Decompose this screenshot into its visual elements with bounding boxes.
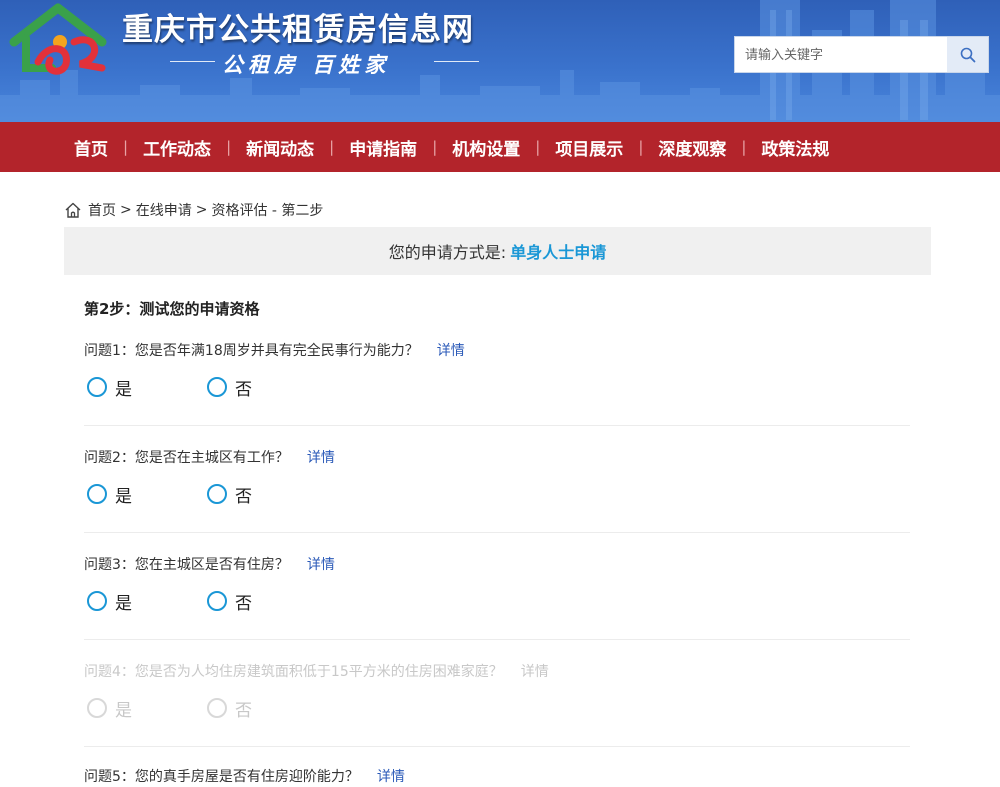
option-yes: 是 — [84, 694, 204, 722]
search-icon — [960, 47, 975, 62]
method-label: 您的申请方式是: — [388, 243, 507, 262]
breadcrumb-online-apply[interactable]: 在线申请 — [136, 200, 192, 220]
divider — [84, 532, 910, 533]
radio-button[interactable] — [207, 377, 227, 397]
question-text: 问题4：您是否为人均住房建筑面积低于15平方米的住房困难家庭？ — [84, 664, 503, 680]
site-header: 重庆市公共租赁房信息网 公租房 百姓家 — [0, 0, 1000, 122]
option-label: 否 — [235, 486, 252, 507]
question-text: 问题3：您在主城区是否有住房？ — [84, 557, 289, 573]
home-icon[interactable] — [64, 201, 82, 219]
option-yes[interactable]: 是 — [84, 373, 204, 401]
question-detail-link: 详情 — [520, 664, 549, 680]
option-label: 否 — [235, 379, 252, 400]
slogan: 公租房 百姓家 — [170, 46, 480, 77]
question-text: 问题5：您的真手房屋是否有住房迎阶能力？ — [84, 769, 359, 785]
radio-button — [207, 698, 227, 718]
question-4: 问题4：您是否为人均住房建筑面积低于15平方米的住房困难家庭？ 详情 是 否 — [84, 662, 910, 722]
option-label: 是 — [115, 379, 132, 400]
site-title: 重庆市公共租赁房信息网 — [122, 12, 474, 48]
option-label: 是 — [115, 486, 132, 507]
step-title: 第2步：测试您的申请资格 — [84, 300, 260, 318]
divider — [84, 425, 910, 426]
breadcrumb: 首页 > 在线申请 > 资格评估 - 第二步 — [64, 200, 323, 220]
option-label: 否 — [235, 593, 252, 614]
main-nav: 首页 | 工作动态 | 新闻动态 | 申请指南 | 机构设置 | 项目展示 | … — [0, 122, 1000, 172]
question-2: 问题2：您是否在主城区有工作？ 详情 是 否 — [84, 448, 910, 508]
option-yes[interactable]: 是 — [84, 480, 204, 508]
option-label: 是 — [115, 700, 132, 721]
question-text: 问题2：您是否在主城区有工作？ — [84, 450, 289, 466]
option-label: 否 — [235, 700, 252, 721]
slogan-line-left — [170, 61, 215, 62]
radio-button[interactable] — [87, 591, 107, 611]
breadcrumb-current: 资格评估 - 第二步 — [211, 203, 324, 219]
divider — [84, 746, 910, 747]
radio-button[interactable] — [87, 377, 107, 397]
question-detail-link[interactable]: 详情 — [307, 450, 335, 466]
search-button[interactable] — [947, 37, 988, 72]
radio-button[interactable] — [207, 591, 227, 611]
nav-item-projects[interactable]: 项目展示 — [540, 135, 638, 160]
nav-item-work-news[interactable]: 工作动态 — [128, 135, 226, 160]
method-value: 单身人士申请 — [510, 243, 607, 262]
question-detail-link[interactable]: 详情 — [377, 769, 405, 785]
nav-item-guide[interactable]: 申请指南 — [334, 135, 432, 160]
breadcrumb-separator: > — [120, 202, 132, 218]
option-no[interactable]: 否 — [204, 480, 324, 508]
divider — [84, 639, 910, 640]
breadcrumb-home[interactable]: 首页 — [88, 200, 116, 220]
radio-button[interactable] — [207, 484, 227, 504]
search-box — [734, 36, 989, 73]
question-text: 问题1：您是否年满18周岁并具有完全民事行为能力？ — [84, 343, 419, 359]
nav-item-home[interactable]: 首页 — [62, 135, 123, 160]
nav-item-policies[interactable]: 政策法规 — [746, 135, 844, 160]
nav-item-insights[interactable]: 深度观察 — [643, 135, 741, 160]
option-yes[interactable]: 是 — [84, 587, 204, 615]
nav-item-news[interactable]: 新闻动态 — [231, 135, 329, 160]
nav-item-organization[interactable]: 机构设置 — [437, 135, 535, 160]
option-no[interactable]: 否 — [204, 373, 324, 401]
radio-button[interactable] — [87, 484, 107, 504]
option-no[interactable]: 否 — [204, 587, 324, 615]
option-label: 是 — [115, 593, 132, 614]
search-input[interactable] — [735, 37, 947, 72]
slogan-text: 公租房 百姓家 — [222, 52, 391, 77]
breadcrumb-separator: > — [195, 202, 208, 218]
question-1: 问题1：您是否年满18周岁并具有完全民事行为能力？ 详情 是 否 — [84, 341, 910, 401]
option-no: 否 — [204, 694, 324, 722]
application-method-bar: 您的申请方式是: 单身人士申请 — [64, 227, 931, 275]
site-logo[interactable] — [8, 2, 112, 78]
slogan-line-right — [434, 61, 479, 62]
question-5: 问题5：您的真手房屋是否有住房迎阶能力？ 详情 — [84, 767, 910, 787]
radio-button — [87, 698, 107, 718]
question-detail-link[interactable]: 详情 — [437, 343, 465, 359]
question-3: 问题3：您在主城区是否有住房？ 详情 是 否 — [84, 555, 910, 615]
question-detail-link[interactable]: 详情 — [307, 557, 335, 573]
